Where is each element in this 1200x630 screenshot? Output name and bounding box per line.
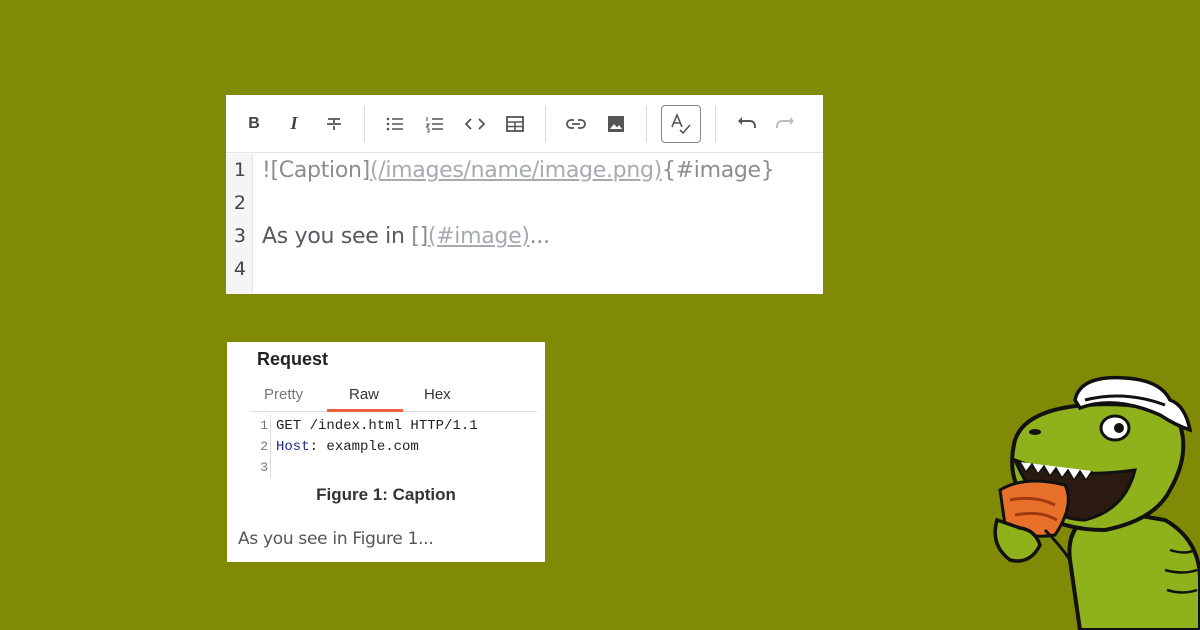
active-tab-indicator <box>327 409 403 412</box>
toolbar-divider <box>364 105 365 142</box>
editor-lines[interactable]: ![Caption](/images/name/image.png){#imag… <box>253 154 823 294</box>
code-text: GET /index.html HTTP/1.1 <box>276 418 478 434</box>
undo-button[interactable] <box>730 108 762 140</box>
request-code: 1 GET /index.html HTTP/1.1 2 Host: example… <box>252 415 542 478</box>
ref-brackets: [] <box>411 224 428 249</box>
ref-link: (#image) <box>427 224 530 249</box>
table-icon <box>506 115 524 132</box>
toolbar-divider <box>715 105 716 142</box>
bullet-list-icon <box>386 117 403 130</box>
line-number: 1 <box>233 159 246 181</box>
tab-hex[interactable]: Hex <box>424 386 451 403</box>
table-button[interactable] <box>499 108 531 140</box>
numbered-list-icon <box>425 116 443 133</box>
request-title: Request <box>257 349 329 369</box>
editor-content[interactable]: 1 2 3 4 ![Caption](/images/name/image.pn… <box>226 154 823 294</box>
image-url: (/images/name/image.png) <box>369 158 662 183</box>
line-number-gutter: 1 2 3 4 <box>226 154 253 294</box>
code-line-number: 2 <box>252 436 271 457</box>
undo-icon <box>738 116 756 128</box>
editor-line-2[interactable] <box>262 187 823 220</box>
line-number: 2 <box>233 192 246 214</box>
rendered-preview: Request Pretty Raw Hex 1 GET /index.html … <box>227 342 545 562</box>
redo-button[interactable] <box>770 108 802 140</box>
editor-line-4[interactable] <box>262 253 823 286</box>
header-value: : example.com <box>309 439 419 455</box>
dinosaur-mascot-icon <box>993 375 1200 630</box>
figure-caption: Figure 1: Caption <box>316 485 456 504</box>
numbered-list-button[interactable] <box>419 108 451 140</box>
code-icon <box>464 117 486 130</box>
line-text: As you see in <box>262 224 412 249</box>
spellcheck-icon <box>671 112 691 134</box>
editor-toolbar: B I <box>226 95 823 153</box>
editor-line-3[interactable]: As you see in [](#image)... <box>262 220 823 253</box>
line-number: 4 <box>233 258 246 280</box>
strikethrough-icon <box>327 117 341 130</box>
code-button[interactable] <box>459 108 491 140</box>
toolbar-divider <box>646 105 647 142</box>
header-key: Host <box>276 439 310 455</box>
tab-raw[interactable]: Raw <box>349 386 379 403</box>
editor-line-1[interactable]: ![Caption](/images/name/image.png){#imag… <box>262 154 823 187</box>
image-button[interactable] <box>600 108 632 140</box>
redo-icon <box>776 116 794 128</box>
toolbar-divider <box>545 105 546 142</box>
strikethrough-button[interactable] <box>318 108 350 140</box>
image-icon <box>608 115 624 132</box>
italic-button[interactable]: I <box>278 108 310 140</box>
line-number: 3 <box>233 225 246 247</box>
ellipsis: ... <box>529 224 550 249</box>
code-line-number: 3 <box>252 457 271 478</box>
code-line-number: 1 <box>252 415 271 436</box>
markdown-editor: B I 1 2 3 4 ![Caption](/images/name/imag… <box>226 95 823 294</box>
request-tabs: Pretty Raw Hex <box>250 382 537 412</box>
link-button[interactable] <box>560 108 592 140</box>
body-text: As you see in Figure 1... <box>238 529 434 549</box>
tab-pretty[interactable]: Pretty <box>264 386 303 403</box>
code-line: 1 GET /index.html HTTP/1.1 <box>252 415 542 436</box>
link-icon <box>566 118 586 129</box>
code-line: 3 <box>252 457 542 478</box>
bullet-list-button[interactable] <box>379 108 411 140</box>
image-anchor: {#image} <box>661 158 775 183</box>
code-line: 2 Host: example.com <box>252 436 542 457</box>
image-syntax: ![Caption] <box>262 158 370 183</box>
spellcheck-button[interactable] <box>661 104 701 143</box>
bold-button[interactable]: B <box>238 108 270 140</box>
